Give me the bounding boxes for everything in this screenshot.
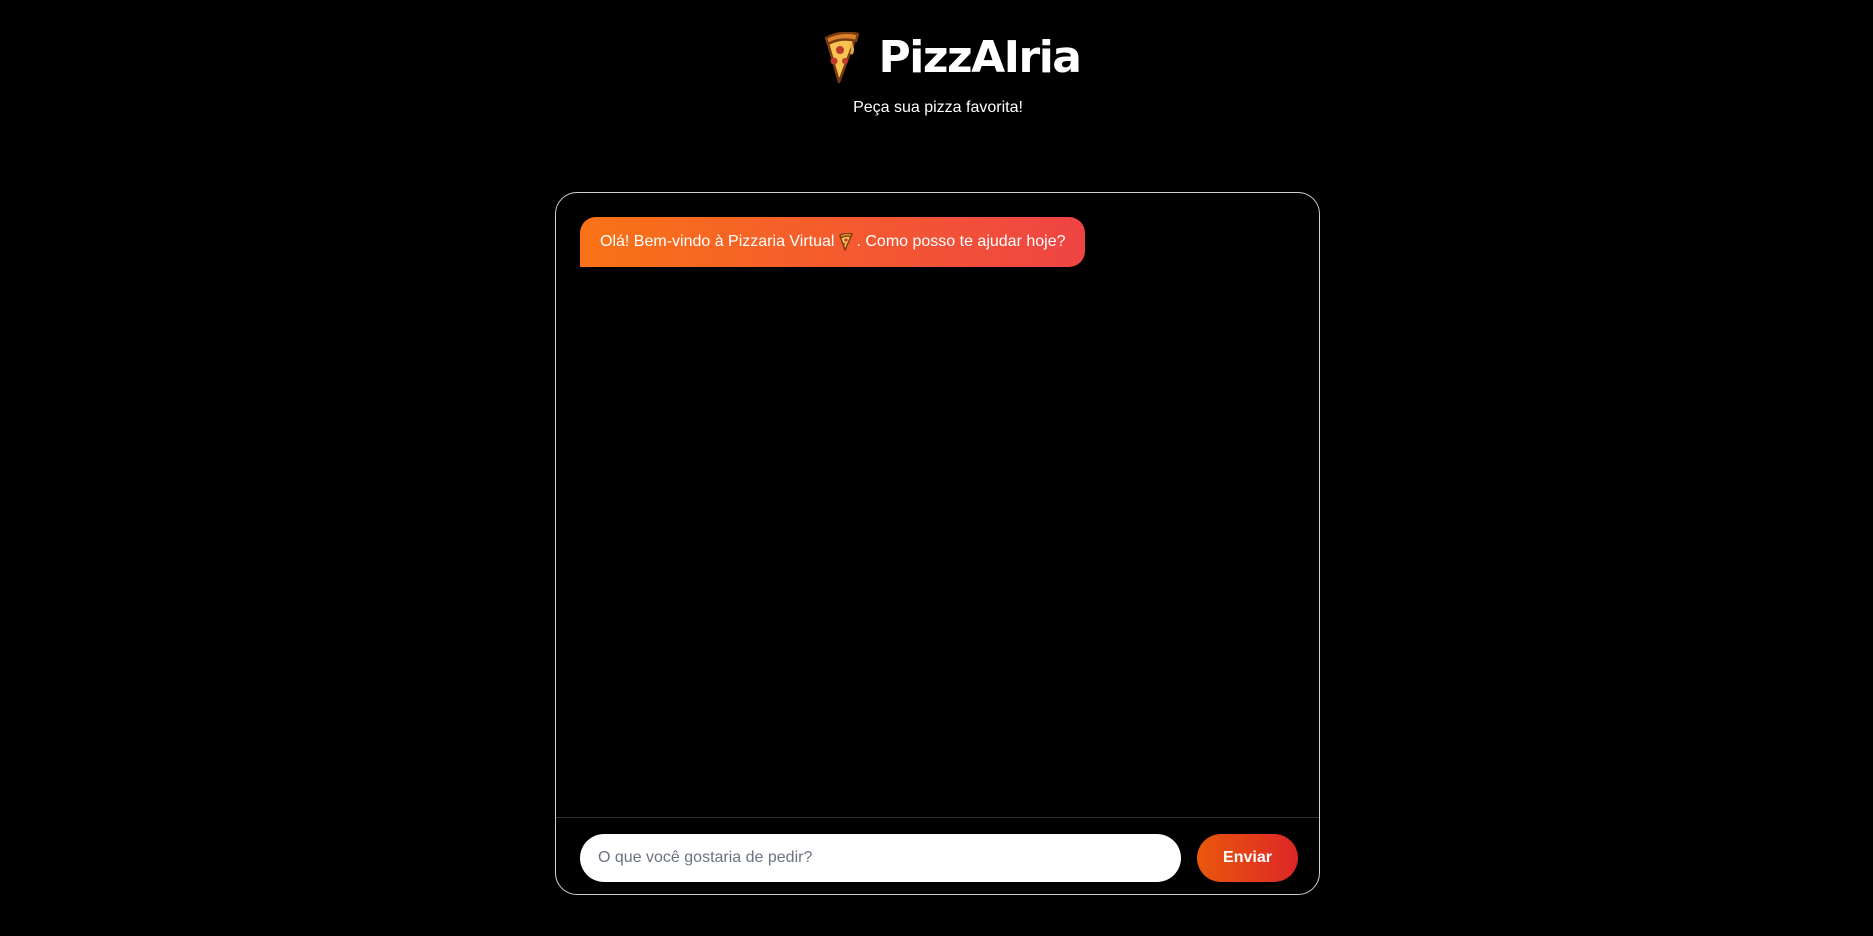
app-title: PizzAIria: [878, 32, 1082, 83]
send-button[interactable]: Enviar: [1197, 834, 1298, 882]
chat-window: Olá! Bem-vindo à Pizzaria Virtual . Como…: [555, 192, 1320, 895]
message-input[interactable]: [580, 834, 1181, 882]
app-subtitle: Peça sua pizza favorita!: [853, 99, 1023, 116]
pizza-slice-icon: [821, 31, 861, 84]
message-text-end: . Como posso te ajudar hoje?: [856, 233, 1066, 250]
brand: PizzAIria: [821, 28, 1082, 88]
pizza-slice-icon: [838, 232, 854, 251]
app-header: PizzAIria Peça sua pizza favorita!: [0, 28, 1873, 117]
message-text-start: Olá! Bem-vindo à Pizzaria Virtual: [600, 233, 835, 250]
message-list[interactable]: Olá! Bem-vindo à Pizzaria Virtual . Como…: [556, 193, 1319, 817]
page: PizzAIria Peça sua pizza favorita! Olá! …: [0, 0, 1873, 936]
message-composer: Enviar: [556, 817, 1319, 894]
bot-message: Olá! Bem-vindo à Pizzaria Virtual . Como…: [580, 217, 1086, 267]
